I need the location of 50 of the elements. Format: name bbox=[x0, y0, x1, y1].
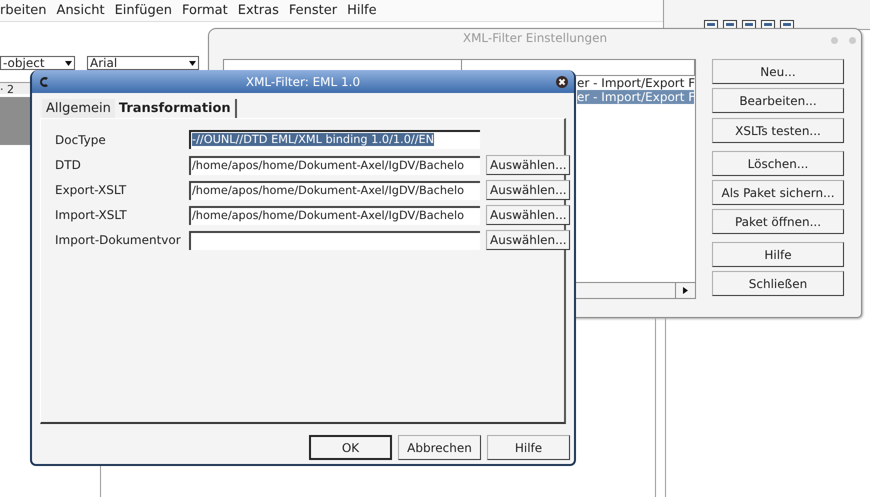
field-label: DocType bbox=[55, 132, 107, 146]
dialog-button[interactable]: Schließen bbox=[712, 271, 844, 296]
browse-button[interactable]: Auswählen... bbox=[486, 205, 570, 225]
close-icon[interactable] bbox=[556, 76, 568, 88]
menu-item[interactable]: Extras bbox=[238, 3, 279, 18]
dropdown-arrow-icon[interactable] bbox=[65, 60, 72, 66]
style-icon[interactable] bbox=[704, 20, 718, 28]
text-field[interactable]: /home/apos/home/Dokument-Axel/IgDV/Bachelo bbox=[189, 156, 480, 174]
field-label: Import-XSLT bbox=[55, 208, 128, 222]
app-logo-icon bbox=[38, 76, 50, 88]
field-label: DTD bbox=[55, 158, 82, 172]
dialog-button[interactable]: Neu... bbox=[712, 59, 844, 84]
filter-type[interactable]: er - Import/Export F bbox=[577, 76, 694, 90]
menu-item[interactable]: Ansicht bbox=[56, 3, 105, 18]
page-margin bbox=[0, 97, 30, 145]
dropdown-arrow-icon[interactable] bbox=[189, 60, 196, 66]
dialog-title: XML-Filter: EML 1.0 bbox=[244, 74, 362, 88]
dialog-button[interactable]: Hilfe bbox=[712, 242, 844, 267]
ruler: · 2 bbox=[0, 82, 30, 94]
text-field[interactable]: -//OUNL//DTD EML/XML binding 1.0/1.0//EN bbox=[189, 130, 480, 149]
style-icon[interactable] bbox=[742, 20, 756, 28]
tab[interactable]: Allgemein bbox=[42, 99, 115, 118]
text-field[interactable] bbox=[189, 230, 480, 250]
menu-item[interactable]: Fenster bbox=[288, 3, 338, 18]
right-arrow-icon[interactable] bbox=[683, 287, 688, 294]
dialog-button[interactable]: Löschen... bbox=[712, 151, 844, 176]
style-icon[interactable] bbox=[723, 20, 737, 28]
font-dropdown[interactable]: Arial bbox=[87, 56, 199, 70]
text-field[interactable]: /home/apos/home/Dokument-Axel/IgDV/Bachelo bbox=[189, 180, 480, 200]
browse-button[interactable]: Auswählen... bbox=[486, 180, 570, 200]
dialog-button[interactable]: Hilfe bbox=[487, 435, 570, 460]
menu-item[interactable]: Einfügen bbox=[114, 3, 172, 18]
dialog-button[interactable]: XSLTs testen... bbox=[712, 118, 844, 143]
browse-button[interactable]: Auswählen... bbox=[486, 155, 570, 175]
browse-button[interactable]: Auswählen... bbox=[486, 230, 570, 250]
dialog-button[interactable]: Abbrechen bbox=[398, 435, 481, 460]
field-label: Import-Dokumentvor bbox=[55, 233, 182, 247]
dialog-button[interactable]: Als Paket sichern... bbox=[712, 180, 844, 205]
field-label: Export-XSLT bbox=[55, 183, 128, 197]
menu-item[interactable]: Hilfe bbox=[347, 3, 377, 18]
text-field[interactable]: /home/apos/home/Dokument-Axel/IgDV/Bachelo bbox=[189, 206, 480, 224]
style-icon[interactable] bbox=[761, 20, 775, 28]
dialog-button[interactable]: OK bbox=[309, 435, 392, 460]
menu-item[interactable]: Format bbox=[182, 3, 228, 18]
style-icon[interactable] bbox=[780, 20, 794, 28]
dropdown-value: Arial bbox=[90, 57, 118, 69]
menu-item[interactable]: rbeiten bbox=[0, 3, 47, 18]
dialog-button[interactable]: Bearbeiten... bbox=[712, 88, 844, 113]
window-title: XML-Filter Einstellungen bbox=[462, 31, 608, 45]
dialog-button[interactable]: Paket öffnen... bbox=[712, 209, 844, 234]
